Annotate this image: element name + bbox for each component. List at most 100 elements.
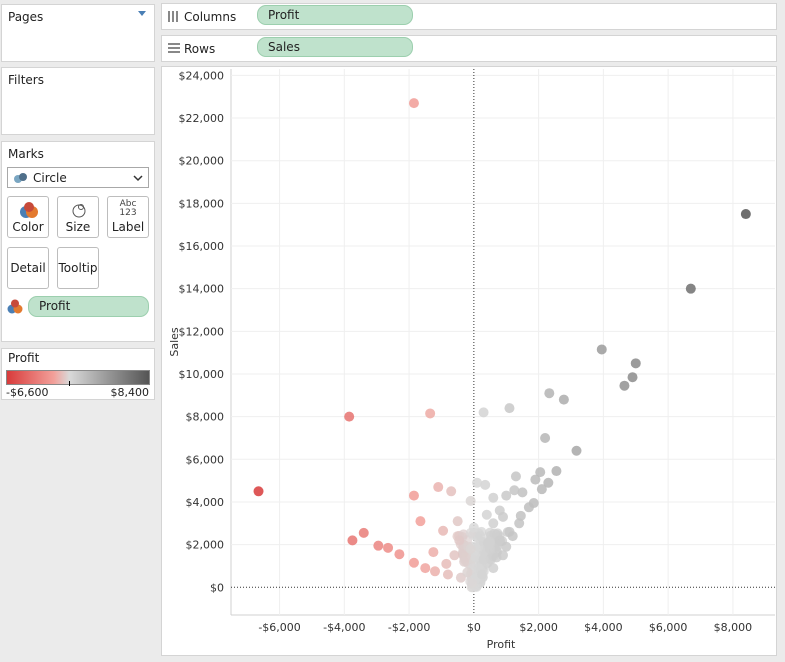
scatter-point[interactable] xyxy=(467,578,478,589)
scatter-point[interactable] xyxy=(535,467,546,478)
columns-shelf[interactable]: Columns Profit xyxy=(161,3,777,30)
scatter-point[interactable] xyxy=(478,554,489,565)
y-tick-label: $2,000 xyxy=(186,539,225,552)
y-tick-label: $8,000 xyxy=(186,411,225,424)
x-tick-label: $0 xyxy=(467,621,481,634)
rows-shelf[interactable]: Rows Sales xyxy=(161,35,777,62)
legend-min-label: -$6,600 xyxy=(6,386,49,399)
scatter-point[interactable] xyxy=(478,407,489,418)
scatter-point[interactable] xyxy=(558,394,569,405)
scatter-point[interactable] xyxy=(408,557,419,568)
scatter-point[interactable] xyxy=(394,549,405,560)
scatter-point[interactable] xyxy=(468,522,479,533)
mark-type-select[interactable]: Circle xyxy=(7,167,149,188)
scatter-point[interactable] xyxy=(430,566,440,577)
scatter-point[interactable] xyxy=(438,525,449,536)
rows-sales-pill[interactable]: Sales xyxy=(257,37,413,57)
size-button-label: Size xyxy=(65,220,91,234)
scatter-point[interactable] xyxy=(504,403,515,414)
scatter-point[interactable] xyxy=(630,358,641,369)
label-button[interactable]: Abc 123 Label xyxy=(107,196,149,238)
scatter-point[interactable] xyxy=(420,563,431,574)
scatter-point[interactable] xyxy=(454,535,465,546)
scatter-point[interactable] xyxy=(540,432,551,443)
filters-card[interactable]: Filters xyxy=(1,67,155,135)
scatter-point[interactable] xyxy=(498,511,508,522)
scatter-point[interactable] xyxy=(544,388,555,399)
scatter-point[interactable] xyxy=(347,535,358,546)
scatter-point[interactable] xyxy=(465,495,476,506)
scatter-point[interactable] xyxy=(441,558,452,569)
legend-gradient xyxy=(6,370,150,385)
y-tick-label: $10,000 xyxy=(179,368,225,381)
scatter-point[interactable] xyxy=(425,408,436,419)
scatter-point[interactable] xyxy=(428,547,439,558)
scatter-point[interactable] xyxy=(408,98,419,109)
scatter-point[interactable] xyxy=(465,543,476,554)
columns-profit-pill[interactable]: Profit xyxy=(257,5,413,25)
color-button-label: Color xyxy=(12,220,44,234)
y-tick-label: $18,000 xyxy=(179,197,225,210)
scatter-point[interactable] xyxy=(481,509,492,520)
scatter-point[interactable] xyxy=(514,518,525,529)
color-field-pill[interactable]: Profit xyxy=(28,296,149,317)
y-tick-label: $12,000 xyxy=(179,325,225,338)
chevron-down-icon[interactable] xyxy=(138,11,146,16)
scatter-point[interactable] xyxy=(446,486,457,497)
scatter-point[interactable] xyxy=(536,484,547,495)
size-icon xyxy=(72,204,86,218)
scatter-point[interactable] xyxy=(627,372,638,383)
scatter-chart[interactable]: -$6,000 -$4,000 -$2,000 $0 $2,000 $4,000 $6,00… xyxy=(162,67,776,655)
chart-area[interactable]: -$6,000 -$4,000 -$2,000 $0 $2,000 $4,000 $6,00… xyxy=(161,66,777,656)
scatter-point[interactable] xyxy=(523,502,534,513)
scatter-point[interactable] xyxy=(483,539,494,550)
scatter-point[interactable] xyxy=(476,569,487,580)
scatter-point[interactable] xyxy=(596,344,607,355)
scatter-point[interactable] xyxy=(472,477,483,488)
x-tick-label: -$6,000 xyxy=(258,621,300,634)
chevron-down-icon xyxy=(133,175,143,182)
scatter-point[interactable] xyxy=(507,531,518,542)
circle-marks-icon xyxy=(14,173,27,183)
scatter-point[interactable] xyxy=(442,569,453,580)
y-tick-label: $22,000 xyxy=(179,112,225,125)
y-tick-label: $16,000 xyxy=(179,240,225,253)
scatter-point[interactable] xyxy=(619,380,630,391)
scatter-point[interactable] xyxy=(408,490,419,501)
scatter-point[interactable] xyxy=(475,531,486,542)
scatter-point[interactable] xyxy=(501,490,512,501)
scatter-point[interactable] xyxy=(383,542,394,553)
tooltip-button-label: Tooltip xyxy=(58,261,98,275)
scatter-point[interactable] xyxy=(740,209,751,220)
x-tick-label: $4,000 xyxy=(584,621,623,634)
scatter-point[interactable] xyxy=(449,550,460,561)
size-button[interactable]: Size xyxy=(57,196,99,238)
x-axis-title: Profit xyxy=(487,638,516,651)
legend-zero-tick xyxy=(69,381,70,386)
color-button[interactable]: Color xyxy=(7,196,49,238)
scatter-point[interactable] xyxy=(373,540,384,551)
x-tick-label: $6,000 xyxy=(649,621,688,634)
marks-title: Marks xyxy=(8,147,44,161)
scatter-point[interactable] xyxy=(501,541,512,552)
scatter-point[interactable] xyxy=(571,445,582,456)
color-icon xyxy=(20,202,38,218)
scatter-point[interactable] xyxy=(433,482,444,493)
detail-button[interactable]: Detail xyxy=(7,247,49,289)
scatter-point[interactable] xyxy=(488,518,499,529)
scatter-point[interactable] xyxy=(488,563,499,574)
detail-button-label: Detail xyxy=(10,261,46,275)
scatter-point[interactable] xyxy=(459,556,470,567)
scatter-point[interactable] xyxy=(358,527,369,538)
tooltip-button[interactable]: Tooltip xyxy=(57,247,99,289)
scatter-point[interactable] xyxy=(452,516,463,527)
scatter-point[interactable] xyxy=(551,466,562,477)
scatter-point[interactable] xyxy=(253,486,264,497)
scatter-point[interactable] xyxy=(510,471,521,482)
scatter-point[interactable] xyxy=(344,411,355,422)
scatter-point[interactable] xyxy=(415,516,426,527)
scatter-point[interactable] xyxy=(685,283,696,294)
scatter-point[interactable] xyxy=(488,492,499,503)
scatter-point[interactable] xyxy=(462,567,473,578)
scatter-point[interactable] xyxy=(498,550,508,561)
